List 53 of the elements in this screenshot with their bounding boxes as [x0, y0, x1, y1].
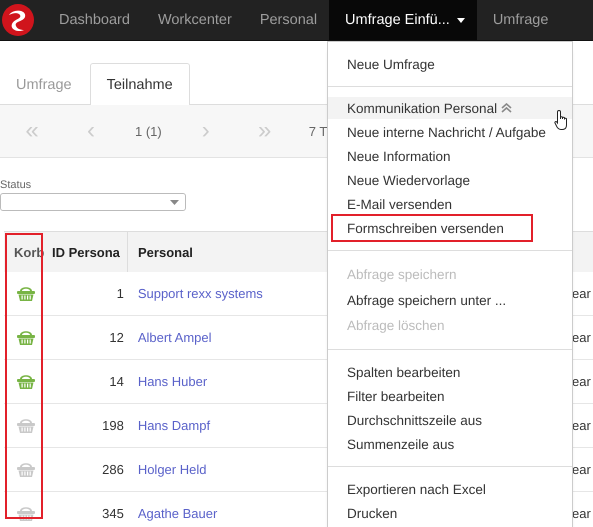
nav-item[interactable]: Dashboard	[43, 0, 142, 40]
menu-item[interactable]: Neue Wiedervorlage	[328, 168, 572, 192]
hand-cursor-icon	[554, 109, 570, 131]
page-number: 1 (1)	[135, 124, 162, 138]
menu-item[interactable]: Neue interne Nachricht / Aufgabe	[328, 120, 572, 144]
menu-item: Abfrage löschen	[346, 317, 446, 335]
caret-icon	[170, 200, 179, 204]
table-cell-text: 1	[116, 285, 125, 303]
menu-item[interactable]: Neue Umfrage	[328, 52, 572, 76]
person-link[interactable]: Agathe Bauer	[138, 506, 218, 521]
basket-icon[interactable]	[16, 329, 36, 346]
menu-item[interactable]: Exportieren nach Excel	[328, 477, 572, 501]
table-cell-text: 345	[101, 505, 125, 523]
status-dropdown[interactable]	[0, 193, 186, 211]
person-link[interactable]: Hans Dampf	[138, 418, 210, 433]
table-cell-text: 286	[101, 461, 125, 479]
person-link[interactable]: Support rexx systems	[138, 286, 263, 301]
nav-item[interactable]: Workcenter	[142, 0, 244, 40]
nav-item[interactable]: Personal	[244, 0, 330, 40]
record-count: 7 T	[308, 124, 328, 138]
menu-item[interactable]: Spalten bearbeiten	[328, 360, 572, 384]
table-cell-text: ear	[571, 461, 592, 479]
menu-item: Abfrage speichern	[346, 266, 458, 284]
tab[interactable]: Teilnahme	[90, 63, 190, 105]
menu-item[interactable]: E-Mail versenden	[328, 192, 572, 216]
table-cell-text: ear	[571, 373, 592, 391]
menu-item[interactable]: Summenzeile aus	[328, 432, 572, 456]
table-cell-text: ear	[571, 505, 592, 523]
table-cell-text: ear	[571, 417, 592, 435]
menu-item[interactable]: Abfrage speichern unter ...	[328, 288, 572, 312]
table-cell-text: 12	[108, 329, 125, 347]
person-link[interactable]: Holger Held	[138, 462, 206, 477]
column-header[interactable]: ID Persona	[44, 232, 128, 272]
table-cell-text: 14	[108, 373, 125, 391]
menu-item[interactable]: Formschreiben versenden	[333, 216, 531, 240]
basket-icon[interactable]	[16, 505, 36, 522]
menu-item[interactable]: Neue Information	[328, 144, 572, 168]
person-link[interactable]: Albert Ampel	[138, 330, 212, 345]
status-label: Status	[0, 179, 32, 191]
nav-item[interactable]: Umfrage	[476, 0, 560, 40]
basket-icon[interactable]	[16, 285, 36, 302]
logo-icon[interactable]	[2, 4, 34, 36]
nav-item[interactable]: Umfrage Einfü...	[329, 0, 477, 40]
table-cell-text: ear	[571, 329, 592, 347]
chevron-up-icon	[501, 103, 512, 113]
menu-item[interactable]: Kommunikation Personal	[328, 97, 572, 119]
table-cell-text: ear	[571, 285, 592, 303]
basket-icon[interactable]	[16, 373, 36, 390]
table-cell-text: 198	[101, 417, 125, 435]
menu-item[interactable]: Durchschnittszeile aus	[328, 408, 572, 432]
menu-item[interactable]: Filter bearbeiten	[328, 384, 572, 408]
menu-item[interactable]: Drucken	[328, 501, 572, 525]
person-link[interactable]: Hans Huber	[138, 374, 208, 389]
